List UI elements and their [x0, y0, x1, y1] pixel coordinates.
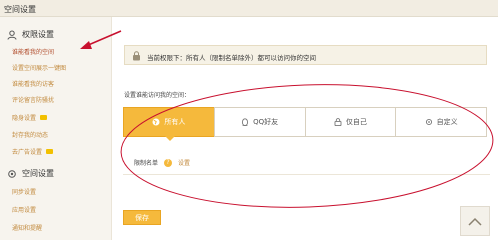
- section-title: 权限设置: [22, 30, 54, 39]
- lock-icon: [334, 118, 342, 126]
- section-header-space-settings[interactable]: 空间设置: [7, 168, 54, 179]
- sidebar-item-label: 谁能看我的访客: [12, 81, 55, 88]
- sidebar-item-label: 谁能看我的空间: [12, 49, 55, 56]
- sidebar-item-who-can-view[interactable]: 谁能看我的空间: [12, 47, 54, 56]
- option-label: QQ好友: [253, 118, 279, 126]
- restriction-list-settings-link[interactable]: 设置: [178, 158, 190, 167]
- annotation-arrow: [80, 30, 122, 49]
- section-title: 空间设置: [22, 169, 54, 178]
- option-only-me[interactable]: 仅自己: [304, 107, 397, 137]
- user-icon: [7, 30, 17, 40]
- sidebar-item-stealth[interactable]: 隐身设置: [12, 113, 48, 122]
- sidebar-item-label: 应用设置: [12, 207, 37, 214]
- sidebar-item-label: 评论留言防骚扰: [12, 97, 55, 104]
- top-bar: 空间设置: [0, 0, 498, 17]
- sidebar-item-label: 隐身设置: [12, 115, 37, 122]
- lock-icon: [133, 51, 140, 61]
- restriction-list-row: 限制名单 ? 设置: [134, 158, 190, 167]
- gear-icon: [8, 169, 16, 178]
- option-custom[interactable]: 自定义: [395, 107, 487, 137]
- sidebar-item-sync[interactable]: 同步设置: [12, 187, 36, 196]
- vip-badge-icon: [40, 115, 48, 120]
- option-everyone[interactable]: 所有人: [123, 107, 215, 137]
- save-button[interactable]: 保存: [123, 210, 161, 225]
- sidebar-item-visitors[interactable]: 谁能看我的访客: [12, 79, 54, 88]
- page-title: 空间设置: [4, 5, 36, 14]
- visibility-options: 所有人 QQ好友 仅自己 自定义: [123, 107, 490, 137]
- access-label: 设置谁能访问我的空间：: [124, 92, 191, 99]
- qq-penguin-icon: [242, 118, 249, 126]
- section-header-permissions[interactable]: 权限设置: [7, 29, 54, 40]
- option-label: 所有人: [164, 118, 186, 126]
- sidebar-item-label: 设置空间展示一键图: [12, 65, 67, 72]
- sidebar-item-label: 通知和提醒: [12, 225, 43, 232]
- notice-text: 当前权限下：所有人（限制名单除外）都可以访问你的空间: [147, 54, 316, 62]
- sidebar-item-remove-ads[interactable]: 去广告设置: [12, 147, 54, 156]
- option-label: 仅自己: [345, 118, 367, 126]
- sidebar-item-label: 去广告设置: [12, 149, 43, 156]
- globe-icon: [152, 118, 160, 126]
- sidebar-item-label: 封存我的动态: [12, 132, 49, 139]
- sidebar-item-apps[interactable]: 应用设置: [12, 205, 36, 214]
- chevron-up-icon: [468, 217, 482, 226]
- divider: [123, 174, 490, 175]
- option-qq-friends[interactable]: QQ好友: [213, 107, 306, 137]
- sidebar-item-anti-harassment[interactable]: 评论留言防骚扰: [12, 95, 54, 104]
- vip-badge-icon: [46, 149, 54, 154]
- sidebar-item-label: 同步设置: [12, 189, 37, 196]
- sidebar-item-archive-feeds[interactable]: 封存我的动态: [12, 130, 48, 139]
- help-icon[interactable]: ?: [164, 158, 173, 167]
- option-label: 自定义: [436, 118, 458, 126]
- selected-caret: [165, 136, 175, 141]
- sidebar-item-notifications[interactable]: 通知和提醒: [12, 223, 42, 232]
- back-to-top-button[interactable]: [460, 206, 490, 236]
- permission-notice: 当前权限下：所有人（限制名单除外）都可以访问你的空间: [124, 45, 487, 65]
- restriction-list-label: 限制名单: [134, 160, 159, 167]
- sidebar-item-space-display[interactable]: 设置空间展示一键图: [12, 63, 66, 72]
- gear-icon: [425, 118, 432, 126]
